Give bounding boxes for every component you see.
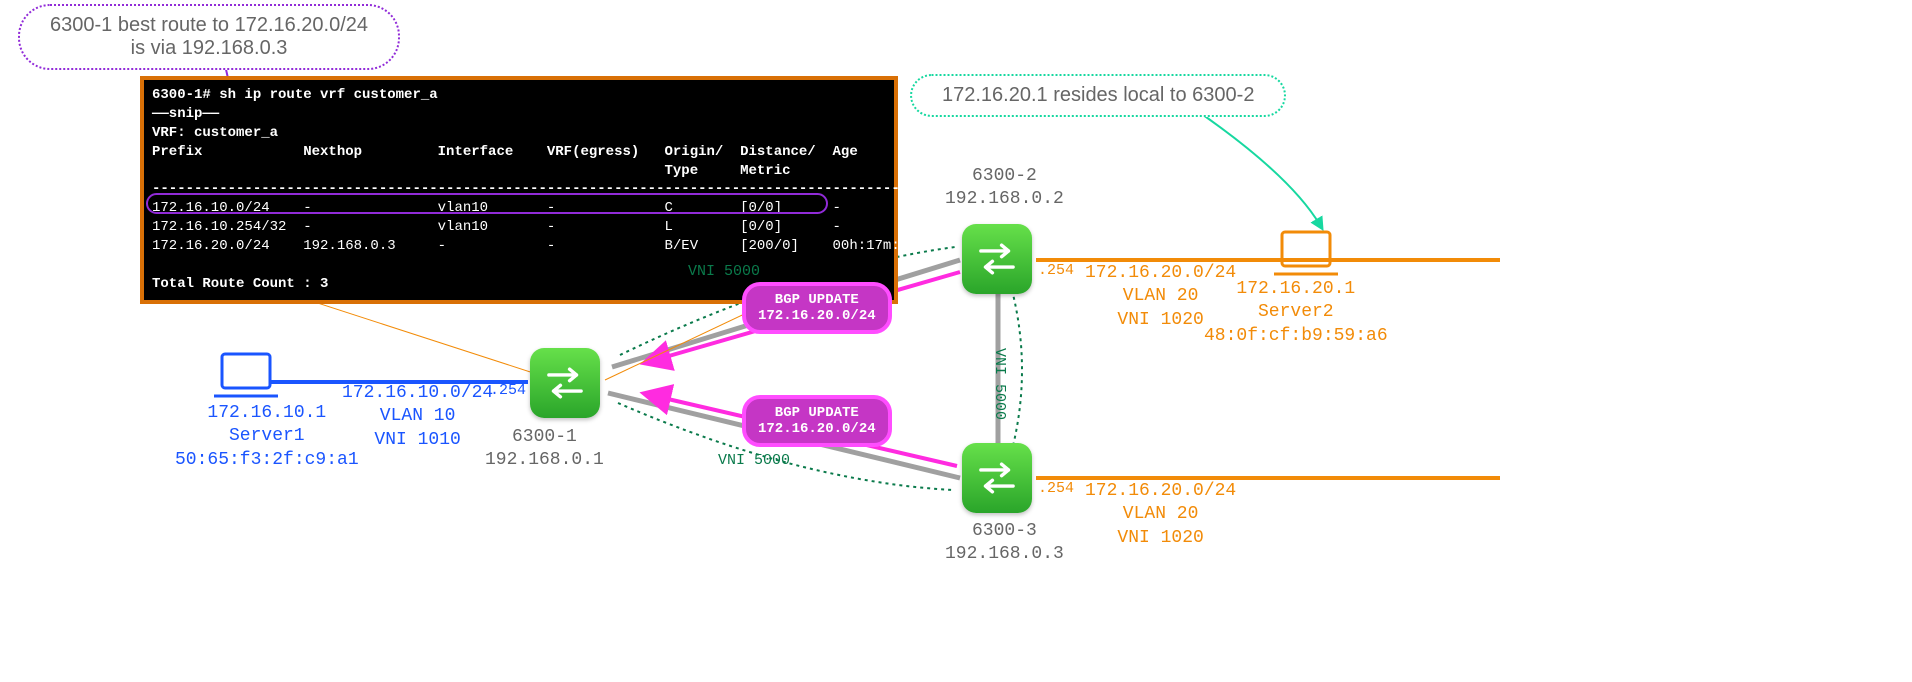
router-6300-3 — [962, 443, 1032, 513]
link-left-label: 172.16.10.0/24VLAN 10VNI 1010 — [342, 382, 493, 452]
vni-label-a: VNI 5000 — [688, 263, 760, 280]
vni-label-c: VNI 5000 — [991, 348, 1008, 420]
terminal-route-table: 6300-1# sh ip route vrf customer_a ——sni… — [140, 76, 898, 304]
router-6300-1 — [530, 348, 600, 418]
server1-label: 172.16.10.1Server150:65:f3:2f:c9:a1 — [175, 402, 359, 472]
link-r3-label: 172.16.20.0/24VLAN 20VNI 1020 — [1085, 480, 1236, 550]
vni-label-b: VNI 5000 — [718, 452, 790, 469]
link-r2-gw: .254 — [1038, 262, 1074, 279]
callout-local: 172.16.20.1 resides local to 6300-2 — [910, 74, 1286, 117]
router-6300-2 — [962, 224, 1032, 294]
router-6300-1-label: 6300-1192.168.0.1 — [485, 426, 604, 473]
router-6300-2-label: 6300-2192.168.0.2 — [945, 165, 1064, 212]
callout-line2: is via 192.168.0.3 — [50, 37, 368, 60]
server2-icon — [1270, 228, 1342, 285]
bgp-update-top: BGP UPDATE172.16.20.0/24 — [742, 282, 892, 334]
link-r3-gw: .254 — [1038, 480, 1074, 497]
router-6300-3-label: 6300-3192.168.0.3 — [945, 520, 1064, 567]
callout-best-route: 6300-1 best route to 172.16.20.0/24 is v… — [18, 4, 400, 70]
link-r2-label: 172.16.20.0/24VLAN 20VNI 1020 — [1085, 262, 1236, 332]
link-left-gw: .254 — [490, 382, 526, 399]
callout-line1: 6300-1 best route to 172.16.20.0/24 — [50, 14, 368, 37]
bgp-update-bottom: BGP UPDATE172.16.20.0/24 — [742, 395, 892, 447]
server1-icon — [210, 350, 282, 407]
